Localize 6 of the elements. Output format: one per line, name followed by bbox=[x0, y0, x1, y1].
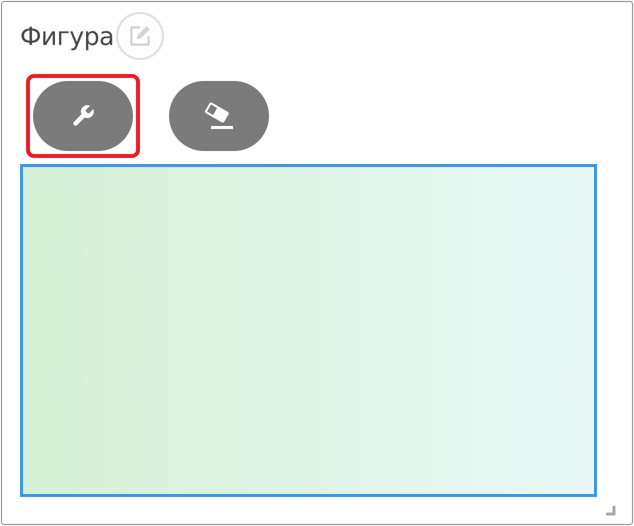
tool-button[interactable] bbox=[33, 81, 133, 151]
edit-button[interactable] bbox=[116, 12, 164, 60]
resize-grip-icon[interactable] bbox=[606, 506, 616, 516]
drawing-area[interactable] bbox=[20, 164, 597, 497]
panel-title: Фигура bbox=[20, 22, 114, 50]
eraser-icon bbox=[202, 102, 236, 130]
